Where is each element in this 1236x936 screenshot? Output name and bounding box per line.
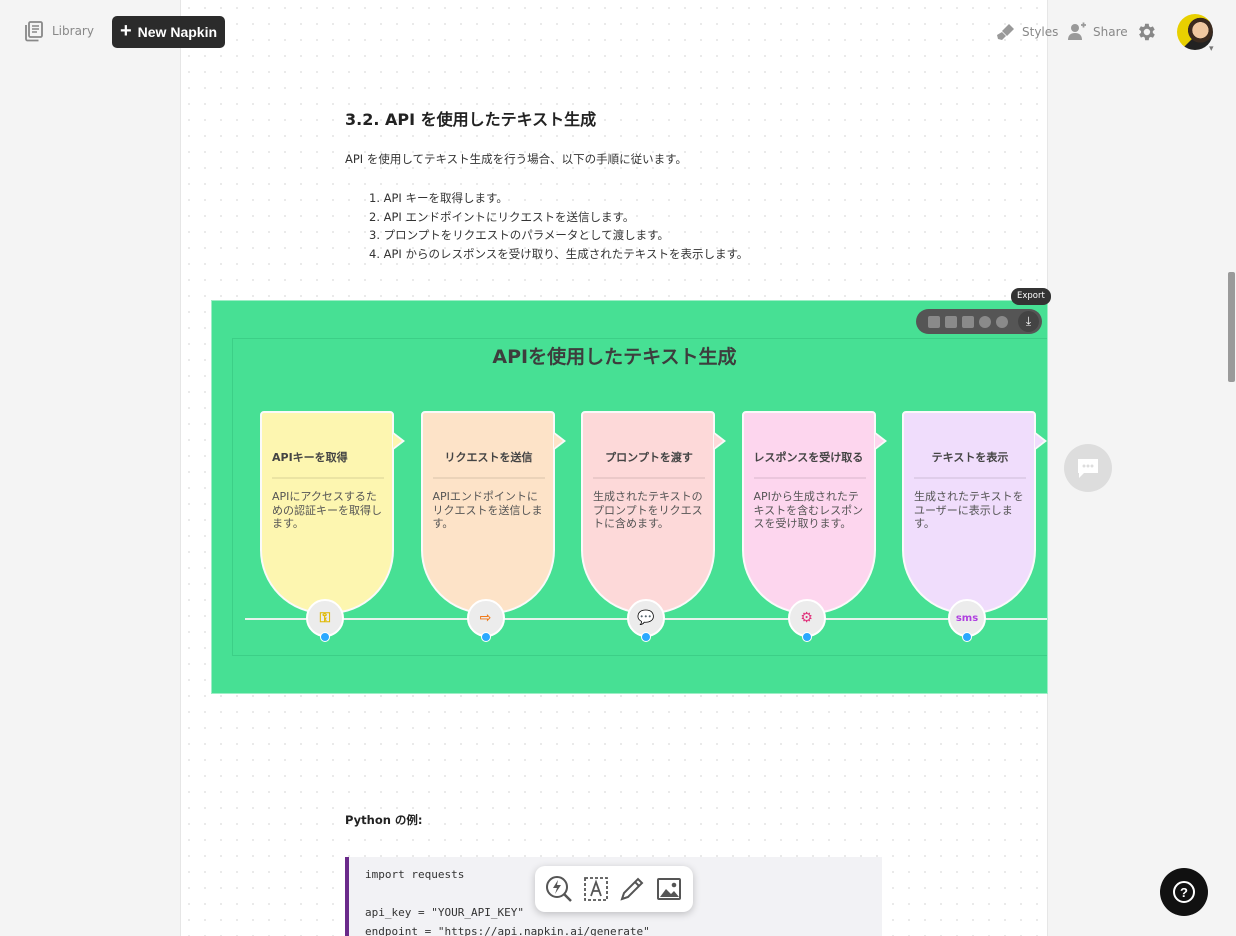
color-icon[interactable]	[962, 315, 974, 328]
steps-list[interactable]: 1. API キーを取得します。 2. API エンドポイントにリクエストを送信…	[369, 189, 748, 263]
styles-button[interactable]: Styles	[996, 18, 1058, 46]
python-example-label[interactable]: Python の例:	[345, 812, 423, 828]
info-icon[interactable]	[979, 315, 991, 328]
card-divider	[432, 477, 545, 479]
card-title[interactable]: レスポンスを受け取る	[754, 451, 866, 464]
code-line: endpoint = "https://api.napkin.ai/genera…	[365, 925, 650, 936]
plus-icon: +	[119, 20, 132, 42]
card-divider	[593, 477, 705, 479]
library-icon	[25, 21, 43, 42]
section-heading[interactable]: 3.2. API を使用したテキスト生成	[345, 106, 596, 130]
card-arrow-fill	[393, 434, 402, 448]
timeline-card[interactable]: レスポンスを受け取る APIから生成されたテキストを含むレスポンスを受け取ります。	[741, 411, 887, 614]
share-label: Share	[1093, 25, 1128, 39]
floating-toolbar	[535, 866, 693, 912]
card-title[interactable]: リクエストを送信	[433, 451, 545, 464]
card-divider	[914, 477, 1026, 479]
library-button[interactable]: Library	[24, 20, 94, 42]
layout-icon[interactable]	[945, 315, 957, 328]
card-title[interactable]: APIキーを取得	[272, 451, 384, 464]
napkin-visual[interactable]: APIを使用したテキスト生成 APIキーを取得 APIにアクセスするための認証キー…	[211, 300, 1048, 694]
list-item[interactable]: 3. プロンプトをリクエストのパラメータとして渡します。	[369, 226, 748, 245]
connector-dot[interactable]	[320, 632, 330, 642]
list-item[interactable]: 4. API からのレスポンスを受け取り、生成されたテキストを表示します。	[369, 245, 748, 264]
refresh-icon[interactable]	[996, 315, 1008, 328]
brush-icon	[997, 24, 1014, 40]
new-napkin-label: New Napkin	[137, 24, 218, 40]
connector-dot[interactable]	[801, 632, 812, 642]
new-napkin-button[interactable]: + New Napkin	[112, 16, 225, 48]
library-label: Library	[52, 24, 94, 38]
list-item[interactable]: 1. API キーを取得します。	[369, 189, 748, 208]
connector-dot[interactable]	[641, 632, 651, 642]
visual-toolbar: ⤓	[916, 309, 1042, 334]
card-divider	[753, 477, 866, 479]
card-description[interactable]: 生成されたテキストのプロンプトをリクエストに含めます。	[593, 490, 705, 531]
question-icon: ?	[1173, 881, 1195, 903]
export-tooltip: Export	[1011, 288, 1051, 305]
share-button[interactable]: Share	[1067, 18, 1128, 46]
add-person-icon	[1068, 22, 1086, 40]
styles-label: Styles	[1022, 25, 1059, 39]
card-arrow-fill	[1035, 434, 1044, 448]
card-title[interactable]: プロンプトを渡す	[593, 451, 705, 464]
visual-title[interactable]: APIを使用したテキスト生成	[212, 342, 1047, 369]
card-title[interactable]: テキストを表示	[914, 451, 1026, 464]
card-description[interactable]: APIから生成されたテキストを含むレスポンスを受け取ります。	[754, 490, 866, 531]
card-arrow-fill	[553, 434, 563, 448]
pen-icon[interactable]	[617, 874, 647, 904]
style-icon[interactable]	[928, 315, 940, 328]
comment-button[interactable]	[1064, 444, 1112, 492]
list-item[interactable]: 2. API エンドポイントにリクエストを送信します。	[369, 208, 748, 227]
connector-dot[interactable]	[962, 632, 972, 642]
image-icon[interactable]	[654, 874, 684, 904]
card-divider	[272, 477, 384, 479]
user-avatar[interactable]	[1177, 14, 1213, 50]
comment-icon	[1078, 459, 1098, 478]
settings-gear-icon[interactable]	[1135, 21, 1157, 43]
scrollbar[interactable]	[1228, 272, 1235, 382]
timeline-card[interactable]: テキストを表示生成されたテキストをユーザーに表示します。	[902, 411, 1047, 614]
chevron-down-icon[interactable]: ▾	[1209, 44, 1214, 54]
card-description[interactable]: APIエンドポイントにリクエストを送信します。	[433, 490, 545, 531]
generate-visual-icon[interactable]	[544, 874, 574, 904]
connector-dot[interactable]	[480, 632, 491, 642]
timeline-card[interactable]: APIキーを取得 APIにアクセスするための認証キーを取得します。	[260, 411, 405, 614]
help-button[interactable]: ?	[1160, 868, 1208, 916]
timeline-card[interactable]: プロンプトを渡す生成されたテキストのプロンプトをリクエストに含めます。	[581, 411, 726, 614]
card-arrow-fill	[714, 434, 723, 448]
card-arrow-fill	[874, 434, 884, 448]
intro-paragraph[interactable]: API を使用してテキスト生成を行う場合、以下の手順に従います。	[345, 151, 687, 167]
timeline-card[interactable]: リクエストを送信 APIエンドポイントにリクエストを送信します。	[420, 411, 566, 614]
card-description[interactable]: 生成されたテキストをユーザーに表示します。	[914, 490, 1026, 531]
card-description[interactable]: APIにアクセスするための認証キーを取得します。	[272, 490, 384, 531]
download-icon[interactable]: ⤓	[1018, 311, 1039, 332]
text-box-icon[interactable]	[581, 874, 611, 904]
